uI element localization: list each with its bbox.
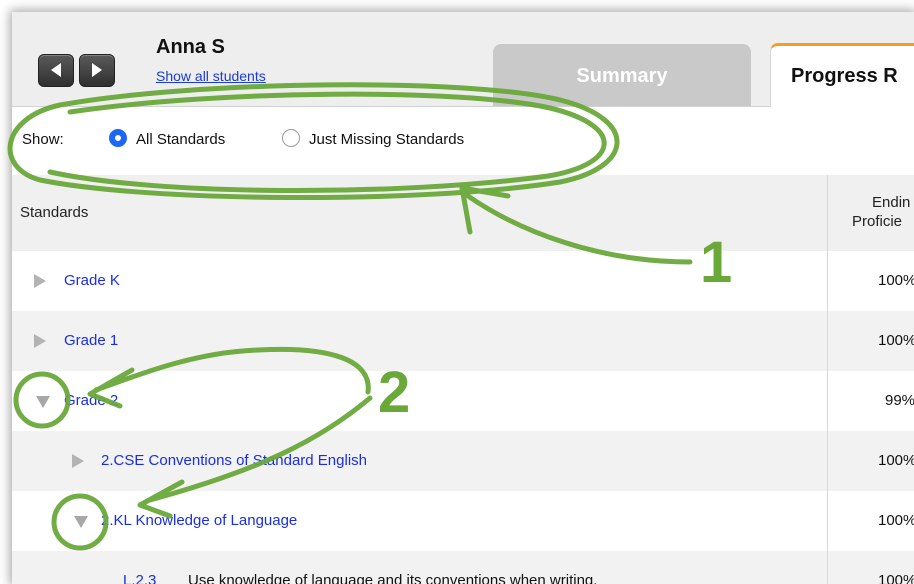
arrow-left-icon [51, 63, 61, 77]
column-header-ending-line2: Proficie [852, 213, 903, 230]
proficiency-value: 100% [878, 452, 914, 469]
standard-link[interactable]: 2.KL Knowledge of Language [101, 512, 297, 529]
collapse-triangle-icon[interactable] [74, 516, 88, 528]
column-divider [827, 251, 828, 311]
radio-missing-standards-label[interactable]: Just Missing Standards [309, 131, 464, 148]
filter-label: Show: [22, 131, 64, 148]
arrow-right-icon [92, 63, 102, 77]
column-divider [827, 491, 828, 551]
radio-all-standards-label[interactable]: All Standards [136, 131, 225, 148]
table-header-row: Standards Endin Proficie [12, 175, 914, 251]
show-all-students-link[interactable]: Show all students [156, 68, 266, 84]
expand-triangle-icon[interactable] [72, 454, 84, 468]
column-divider [827, 175, 828, 251]
student-name: Anna S [156, 36, 225, 58]
app-window: Anna S Show all students Summary Progres… [12, 12, 914, 584]
column-divider [827, 371, 828, 431]
proficiency-value: 100% [878, 512, 914, 529]
standard-link[interactable]: Grade 2 [64, 392, 118, 409]
standard-link[interactable]: Grade 1 [64, 332, 118, 349]
collapse-triangle-icon[interactable] [36, 396, 50, 408]
table-row: L.2.3 Use knowledge of language and its … [12, 551, 914, 584]
table-row: 2.CSE Conventions of Standard English 10… [12, 431, 914, 491]
standard-code-link[interactable]: L.2.3 [123, 572, 156, 584]
expand-triangle-icon[interactable] [34, 274, 46, 288]
column-divider [827, 311, 828, 371]
column-divider [827, 431, 828, 491]
proficiency-value: 100% [878, 572, 914, 584]
proficiency-value: 100% [878, 272, 914, 289]
proficiency-value: 100% [878, 332, 914, 349]
table-row: Grade 2 99% [12, 371, 914, 431]
radio-missing-standards[interactable] [282, 129, 300, 147]
standards-table: Standards Endin Proficie Grade K 100% Gr… [12, 175, 914, 584]
table-row: 2.KL Knowledge of Language 100% [12, 491, 914, 551]
column-header-ending-line1: Endin [872, 194, 911, 211]
table-row: Grade K 100% [12, 251, 914, 311]
proficiency-value: 99% [885, 392, 914, 409]
next-student-button[interactable] [79, 54, 115, 87]
expand-triangle-icon[interactable] [34, 334, 46, 348]
standards-filter: Show: All Standards Just Missing Standar… [12, 107, 914, 175]
table-row: Grade 1 100% [12, 311, 914, 371]
standard-link[interactable]: Grade K [64, 272, 120, 289]
tab-progress-report[interactable]: Progress R [770, 43, 914, 107]
tab-summary[interactable]: Summary [493, 44, 751, 106]
previous-student-button[interactable] [38, 54, 74, 87]
column-divider [827, 551, 828, 584]
standard-description: Use knowledge of language and its conven… [188, 572, 598, 584]
radio-all-standards[interactable] [109, 129, 127, 147]
student-header: Anna S Show all students Summary Progres… [12, 12, 914, 107]
standard-link[interactable]: 2.CSE Conventions of Standard English [101, 452, 367, 469]
column-header-standards: Standards [20, 204, 89, 221]
